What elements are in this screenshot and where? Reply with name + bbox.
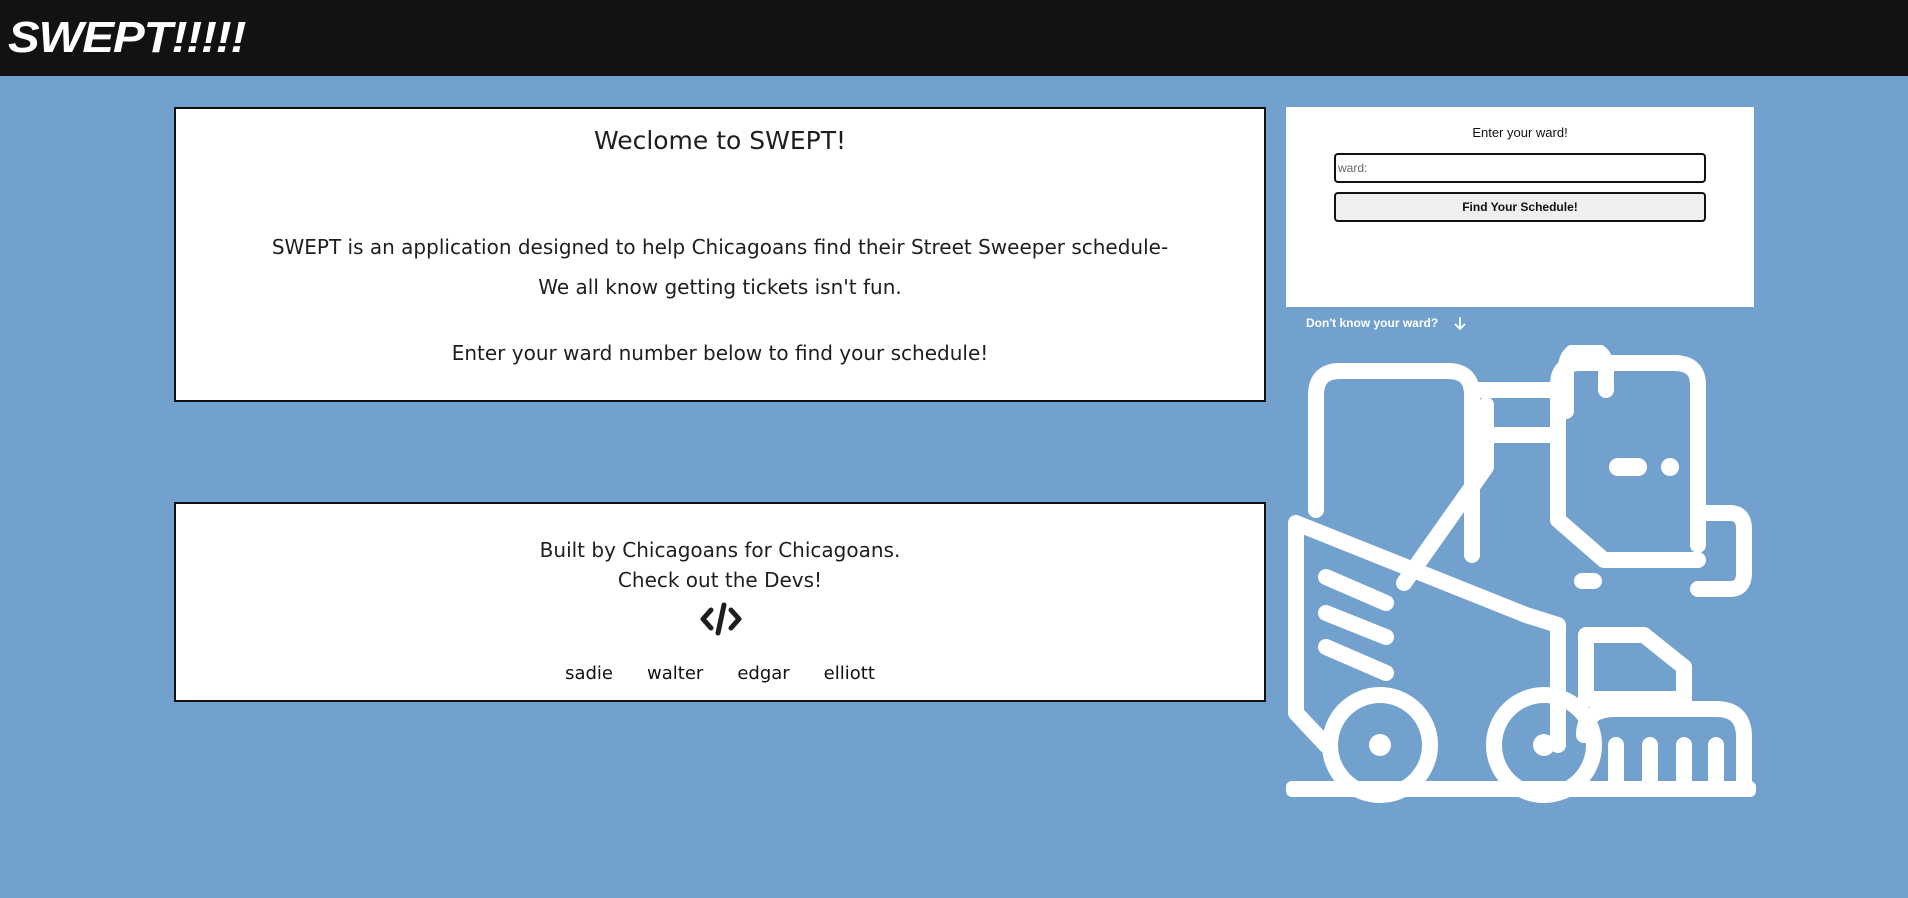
welcome-card: Weclome to SWEPT! SWEPT is an applicatio…: [174, 107, 1266, 402]
welcome-tickets-note: We all know getting tickets isn't fun.: [538, 275, 902, 299]
code-icon: [700, 602, 742, 636]
ward-form-heading: Enter your ward!: [1472, 125, 1568, 140]
ward-input[interactable]: [1334, 153, 1706, 183]
dev-link-edgar[interactable]: edgar: [737, 662, 789, 686]
street-sweeper-icon: [1286, 345, 1756, 803]
credits-tagline: Built by Chicagoans for Chicagoans.: [539, 538, 901, 562]
welcome-instruction: Enter your ward number below to find you…: [451, 341, 989, 365]
credits-card: Built by Chicagoans for Chicagoans. Chec…: [174, 502, 1266, 702]
app-logo[interactable]: SWEPT!!!!!: [8, 10, 246, 66]
ward-help-text: Don't know your ward?: [1306, 316, 1439, 330]
dev-link-sadie[interactable]: sadie: [565, 662, 613, 686]
dev-link-walter[interactable]: walter: [647, 662, 703, 686]
top-navbar: SWEPT!!!!!: [0, 0, 1908, 76]
welcome-description: SWEPT is an application designed to help…: [271, 235, 1169, 259]
ward-form-panel: Enter your ward! Find Your Schedule!: [1286, 107, 1754, 307]
welcome-title: Weclome to SWEPT!: [593, 126, 847, 155]
credits-devs-heading: Check out the Devs!: [617, 568, 823, 592]
arrow-down-icon: [1454, 316, 1466, 330]
dev-links: sadie walter edgar elliott: [176, 662, 1264, 686]
ward-help-link[interactable]: Don't know your ward?: [1306, 315, 1466, 331]
dev-link-elliott[interactable]: elliott: [824, 662, 875, 686]
find-schedule-button[interactable]: Find Your Schedule!: [1334, 192, 1706, 222]
